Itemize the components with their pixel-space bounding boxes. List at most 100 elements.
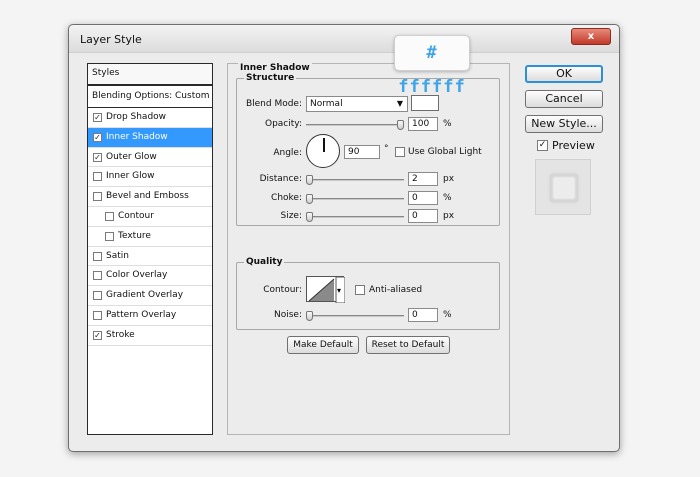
style-preview xyxy=(535,159,591,215)
reset-to-default-button[interactable]: Reset to Default xyxy=(366,336,450,354)
style-checkbox[interactable] xyxy=(93,192,102,202)
contour-curve-icon: ▾ xyxy=(308,276,346,304)
style-item-label: Satin xyxy=(106,250,129,261)
style-checkbox[interactable] xyxy=(93,291,102,301)
angle-dial[interactable] xyxy=(306,134,340,168)
size-slider-thumb[interactable] xyxy=(306,212,313,222)
style-item-drop-shadow[interactable]: ✓ Drop Shadow xyxy=(88,108,212,128)
angle-dial-hand xyxy=(323,138,325,152)
panel-title: Inner Shadow xyxy=(238,63,312,73)
style-checkbox[interactable] xyxy=(93,310,102,320)
style-item-label: Bevel and Emboss xyxy=(106,191,189,202)
choke-slider[interactable] xyxy=(306,194,404,204)
angle-label: Angle: xyxy=(273,148,302,158)
quality-title: Quality xyxy=(244,257,285,267)
close-icon: x xyxy=(587,31,595,42)
opacity-slider[interactable] xyxy=(306,120,404,130)
degree-unit: ° xyxy=(384,144,389,154)
style-checkbox[interactable]: ✓ xyxy=(93,132,102,142)
style-checkbox[interactable] xyxy=(93,251,102,261)
contour-picker[interactable]: ▾ xyxy=(306,276,346,304)
style-checkbox[interactable]: ✓ xyxy=(93,113,102,122)
anti-aliased-checkbox[interactable] xyxy=(355,285,365,295)
style-checkbox[interactable]: ✓ xyxy=(93,330,102,340)
checkmark-icon: ✓ xyxy=(538,140,547,150)
blend-mode-value: Normal xyxy=(310,99,343,109)
layer-style-dialog: Layer Style x Styles Blending Options: C… xyxy=(68,24,620,452)
style-item-inner-shadow[interactable]: ✓ Inner Shadow xyxy=(88,127,212,148)
size-unit: px xyxy=(443,211,455,221)
dialog-title: Layer Style xyxy=(80,33,142,46)
styles-list: Styles Blending Options: Custom ✓ Drop Sh… xyxy=(87,63,213,435)
title-bar[interactable]: Layer Style x xyxy=(69,25,619,53)
size-label: Size: xyxy=(280,211,302,221)
noise-input[interactable]: 0 xyxy=(408,308,438,322)
use-global-light-label: Use Global Light xyxy=(408,147,482,157)
style-item-label: Inner Glow xyxy=(106,171,155,182)
style-item-gradient-overlay[interactable]: Gradient Overlay xyxy=(88,286,212,306)
choke-input[interactable]: 0 xyxy=(408,191,438,205)
distance-unit: px xyxy=(443,174,455,184)
blend-mode-label: Blend Mode: xyxy=(245,99,302,109)
blending-options-item[interactable]: Blending Options: Custom xyxy=(88,86,212,108)
distance-slider[interactable] xyxy=(306,175,404,185)
opacity-slider-thumb[interactable] xyxy=(397,120,404,130)
preview-checkbox[interactable]: ✓ xyxy=(537,140,548,151)
close-button[interactable]: x xyxy=(571,28,611,45)
styles-header[interactable]: Styles xyxy=(88,64,212,86)
style-item-texture[interactable]: Texture xyxy=(88,227,212,247)
style-checkbox[interactable] xyxy=(105,211,114,221)
distance-slider-thumb[interactable] xyxy=(306,175,313,185)
style-item-satin[interactable]: Satin xyxy=(88,247,212,267)
style-item-label: Outer Glow xyxy=(106,151,157,162)
style-preview-swatch xyxy=(550,174,578,202)
make-default-button[interactable]: Make Default xyxy=(287,336,359,354)
style-item-color-overlay[interactable]: Color Overlay xyxy=(88,266,212,287)
size-input[interactable]: 0 xyxy=(408,209,438,223)
new-style-button[interactable]: New Style... xyxy=(525,115,603,133)
choke-slider-thumb[interactable] xyxy=(306,194,313,204)
noise-slider-thumb[interactable] xyxy=(306,311,313,321)
style-item-label: Inner Shadow xyxy=(106,131,168,142)
noise-unit: % xyxy=(443,310,452,320)
distance-label: Distance: xyxy=(259,174,302,184)
style-checkbox[interactable] xyxy=(105,231,114,241)
style-checkbox[interactable]: ✓ xyxy=(93,152,102,162)
use-global-light-checkbox[interactable] xyxy=(395,147,405,157)
ok-button[interactable]: OK xyxy=(525,65,603,83)
style-item-inner-glow[interactable]: Inner Glow xyxy=(88,167,212,188)
style-checkbox[interactable] xyxy=(93,172,102,182)
inner-shadow-panel: Inner Shadow Structure Blend Mode: Norma… xyxy=(227,63,510,435)
style-item-contour[interactable]: Contour xyxy=(88,207,212,227)
style-item-pattern-overlay[interactable]: Pattern Overlay xyxy=(88,306,212,326)
style-checkbox[interactable] xyxy=(93,271,102,281)
style-item-label: Color Overlay xyxy=(106,270,168,281)
anti-aliased-label: Anti-aliased xyxy=(369,285,423,295)
choke-unit: % xyxy=(443,193,452,203)
style-item-label: Stroke xyxy=(106,329,135,340)
svg-text:▾: ▾ xyxy=(337,286,341,295)
blend-mode-select[interactable]: Normal ▼ xyxy=(306,96,408,112)
style-item-label: Drop Shadow xyxy=(106,112,167,122)
structure-title: Structure xyxy=(244,73,297,83)
noise-slider[interactable] xyxy=(306,311,404,321)
style-item-label: Pattern Overlay xyxy=(106,309,177,320)
style-item-bevel-and-emboss[interactable]: Bevel and Emboss xyxy=(88,187,212,207)
opacity-unit: % xyxy=(443,119,452,129)
noise-label: Noise: xyxy=(274,310,302,320)
hex-color-badge: # ffffff xyxy=(394,35,470,97)
choke-label: Choke: xyxy=(271,193,302,203)
contour-label: Contour: xyxy=(263,285,302,295)
opacity-input[interactable]: 100 xyxy=(408,117,438,131)
style-item-label: Contour xyxy=(118,210,154,221)
preview-label: Preview xyxy=(552,139,595,152)
distance-input[interactable]: 2 xyxy=(408,172,438,186)
size-slider[interactable] xyxy=(306,212,404,222)
style-item-label: Texture xyxy=(118,230,151,241)
angle-input[interactable]: 90 xyxy=(344,145,380,159)
style-item-label: Gradient Overlay xyxy=(106,290,184,301)
style-item-outer-glow[interactable]: ✓ Outer Glow xyxy=(88,148,212,168)
style-item-stroke[interactable]: ✓ Stroke xyxy=(88,326,212,346)
opacity-label: Opacity: xyxy=(265,119,302,129)
cancel-button[interactable]: Cancel xyxy=(525,90,603,108)
